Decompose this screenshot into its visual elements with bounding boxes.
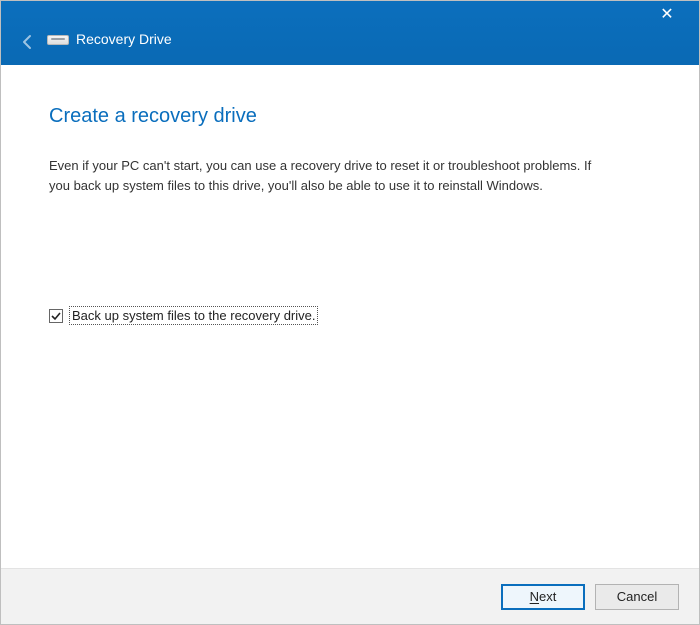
close-button[interactable]: ✕	[647, 7, 687, 23]
back-arrow-icon	[19, 33, 37, 51]
cancel-button[interactable]: Cancel	[595, 584, 679, 610]
close-icon: ✕	[660, 6, 673, 23]
page-description: Even if your PC can't start, you can use…	[49, 156, 609, 196]
window-title: Recovery Drive	[76, 31, 172, 47]
checkmark-icon	[50, 310, 62, 322]
drive-icon	[47, 33, 69, 47]
titlebar: ✕ Recovery Drive	[1, 1, 699, 65]
content-area: Create a recovery drive Even if your PC …	[1, 65, 699, 568]
next-accelerator: N	[530, 589, 539, 604]
footer-bar: Next Cancel	[1, 568, 699, 624]
backup-checkbox-label: Back up system files to the recovery dri…	[69, 306, 318, 325]
page-heading: Create a recovery drive	[49, 105, 651, 128]
back-button[interactable]	[19, 33, 37, 51]
next-button[interactable]: Next	[501, 584, 585, 610]
backup-checkbox[interactable]	[49, 309, 63, 323]
backup-checkbox-row: Back up system files to the recovery dri…	[49, 306, 651, 325]
wizard-window: ✕ Recovery Drive Create a recovery drive…	[0, 0, 700, 625]
next-rest: ext	[539, 589, 556, 604]
